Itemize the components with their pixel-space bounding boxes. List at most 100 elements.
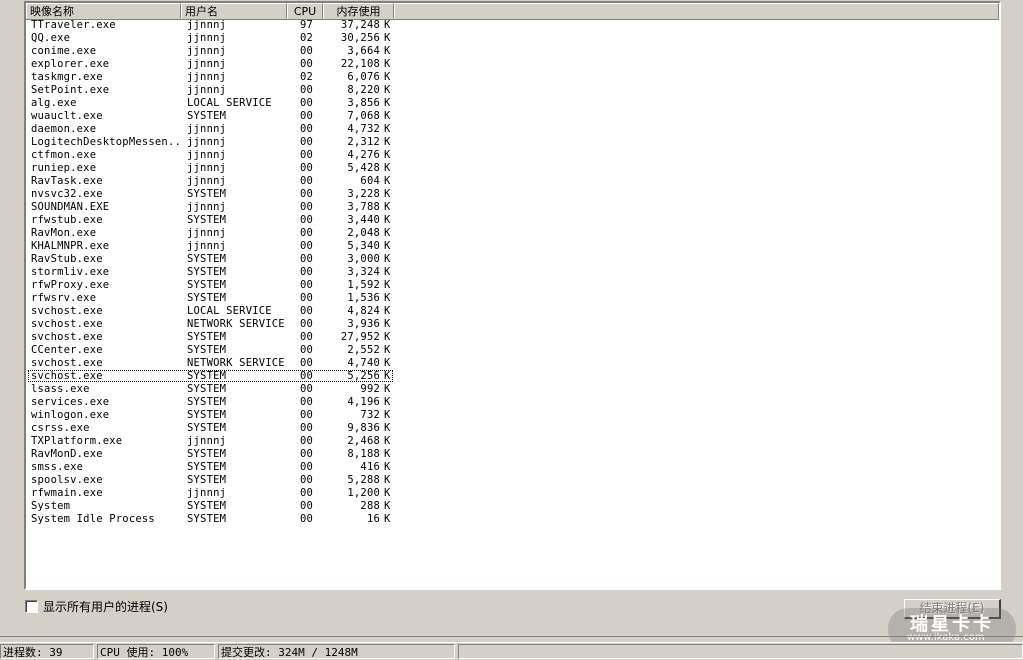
table-row[interactable]: RavStub.exe SYSTEM 00 3,000 K (26, 253, 999, 266)
table-row[interactable]: spoolsv.exe SYSTEM 00 5,288 K (26, 474, 999, 487)
process-name-cell: svchost.exe (31, 370, 103, 382)
table-row[interactable]: svchost.exe SYSTEM 00 27,952 K (26, 331, 999, 344)
status-process-count: 进程数: 39 (0, 644, 94, 659)
user-name-cell: SYSTEM (187, 214, 227, 226)
memory-unit-cell: K (384, 253, 391, 265)
cpu-cell: 00 (300, 370, 314, 382)
table-row[interactable]: rfwstub.exe SYSTEM 00 3,440 K (26, 214, 999, 227)
column-header-cpu[interactable]: CPU (287, 3, 323, 18)
process-name-cell: svchost.exe (31, 318, 103, 330)
user-name-cell: jjnnnj (187, 240, 227, 252)
memory-cell: 3,440 (347, 214, 380, 226)
table-row[interactable]: csrss.exe SYSTEM 00 9,836 K (26, 422, 999, 435)
process-name-cell: csrss.exe (31, 422, 90, 434)
process-name-cell: CCenter.exe (31, 344, 103, 356)
table-row[interactable]: svchost.exe NETWORK SERVICE 00 4,740 K (26, 357, 999, 370)
table-row[interactable]: TXPlatform.exe jjnnnj 00 2,468 K (26, 435, 999, 448)
table-row[interactable]: conime.exe jjnnnj 00 3,664 K (26, 45, 999, 58)
memory-cell: 2,552 (347, 344, 380, 356)
cpu-cell: 02 (300, 32, 314, 44)
table-row[interactable]: svchost.exe LOCAL SERVICE 00 4,824 K (26, 305, 999, 318)
table-row[interactable]: wuauclt.exe SYSTEM 00 7,068 K (26, 110, 999, 123)
table-row[interactable]: services.exe SYSTEM 00 4,196 K (26, 396, 999, 409)
memory-unit-cell: K (384, 409, 391, 421)
memory-unit-cell: K (384, 136, 391, 148)
process-name-cell: rfwstub.exe (31, 214, 103, 226)
user-name-cell: jjnnnj (187, 58, 227, 70)
status-bar: 进程数: 39 CPU 使用: 100% 提交更改: 324M / 1248M (0, 642, 1023, 660)
memory-unit-cell: K (384, 71, 391, 83)
table-row[interactable]: taskmgr.exe jjnnnj 02 6,076 K (26, 71, 999, 84)
process-name-cell: System Idle Process (31, 513, 155, 525)
column-header-image-name[interactable]: 映像名称 (26, 3, 181, 18)
table-row[interactable]: CCenter.exe SYSTEM 00 2,552 K (26, 344, 999, 357)
process-name-cell: rfwmain.exe (31, 487, 103, 499)
table-row[interactable]: svchost.exe NETWORK SERVICE 00 3,936 K (26, 318, 999, 331)
table-row[interactable]: RavMon.exe jjnnnj 00 2,048 K (26, 227, 999, 240)
memory-unit-cell: K (384, 188, 391, 200)
user-name-cell: NETWORK SERVICE (187, 357, 285, 369)
memory-cell: 2,312 (347, 136, 380, 148)
table-row[interactable]: smss.exe SYSTEM 00 416 K (26, 461, 999, 474)
cpu-cell: 00 (300, 292, 314, 304)
table-row[interactable]: rfwProxy.exe SYSTEM 00 1,592 K (26, 279, 999, 292)
table-row[interactable]: ctfmon.exe jjnnnj 00 4,276 K (26, 149, 999, 162)
cpu-cell: 97 (300, 19, 314, 31)
table-row[interactable]: rfwmain.exe jjnnnj 00 1,200 K (26, 487, 999, 500)
cpu-cell: 00 (300, 266, 314, 278)
table-row[interactable]: SetPoint.exe jjnnnj 00 8,220 K (26, 84, 999, 97)
cpu-cell: 00 (300, 474, 314, 486)
user-name-cell: SYSTEM (187, 110, 227, 122)
process-name-cell: svchost.exe (31, 357, 103, 369)
table-row[interactable]: QQ.exe jjnnnj 02 30,256 K (26, 32, 999, 45)
table-row[interactable]: SOUNDMAN.EXE jjnnnj 00 3,788 K (26, 201, 999, 214)
memory-unit-cell: K (384, 149, 391, 161)
cpu-cell: 00 (300, 357, 314, 369)
memory-cell: 5,288 (347, 474, 380, 486)
process-name-cell: explorer.exe (31, 58, 110, 70)
table-row[interactable]: svchost.exe SYSTEM 00 5,256 K (26, 370, 999, 383)
user-name-cell: SYSTEM (187, 461, 227, 473)
memory-cell: 3,936 (347, 318, 380, 330)
table-row[interactable]: RavMonD.exe SYSTEM 00 8,188 K (26, 448, 999, 461)
memory-cell: 604 (360, 175, 380, 187)
process-name-cell: smss.exe (31, 461, 84, 473)
memory-cell: 4,276 (347, 149, 380, 161)
process-name-cell: RavStub.exe (31, 253, 103, 265)
memory-unit-cell: K (384, 97, 391, 109)
memory-cell: 1,200 (347, 487, 380, 499)
memory-cell: 3,324 (347, 266, 380, 278)
column-header-user-name[interactable]: 用户名 (181, 3, 287, 18)
show-all-users-checkbox[interactable] (25, 599, 38, 613)
memory-cell: 8,220 (347, 84, 380, 96)
show-all-users-label[interactable]: 显示所有用户的进程(S) (43, 598, 168, 615)
table-row[interactable]: stormliv.exe SYSTEM 00 3,324 K (26, 266, 999, 279)
table-row[interactable]: KHALMNPR.exe jjnnnj 00 5,340 K (26, 240, 999, 253)
table-row[interactable]: System SYSTEM 00 288 K (26, 500, 999, 513)
table-row[interactable]: explorer.exe jjnnnj 00 22,108 K (26, 58, 999, 71)
table-row[interactable]: LogitechDesktopMessen... jjnnnj 00 2,312 K (26, 136, 999, 149)
table-row[interactable]: nvsvc32.exe SYSTEM 00 3,228 K (26, 188, 999, 201)
show-all-users-option[interactable]: 显示所有用户的进程(S) (25, 598, 168, 614)
memory-unit-cell: K (384, 344, 391, 356)
table-row[interactable]: winlogon.exe SYSTEM 00 732 K (26, 409, 999, 422)
user-name-cell: jjnnnj (187, 71, 227, 83)
process-name-cell: taskmgr.exe (31, 71, 103, 83)
table-row[interactable]: lsass.exe SYSTEM 00 992 K (26, 383, 999, 396)
table-row[interactable]: System Idle Process SYSTEM 00 16 K (26, 513, 999, 526)
table-row[interactable]: TTraveler.exe jjnnnj 97 37,248 K (26, 19, 999, 32)
user-name-cell: jjnnnj (187, 175, 227, 187)
process-list[interactable]: 映像名称 用户名 CPU 内存使用 TTraveler.exe jjnnnj 97 3… (24, 1, 1001, 590)
table-row[interactable]: rfwsrv.exe SYSTEM 00 1,536 K (26, 292, 999, 305)
memory-unit-cell: K (384, 461, 391, 473)
memory-cell: 3,228 (347, 188, 380, 200)
table-row[interactable]: alg.exe LOCAL SERVICE 00 3,856 K (26, 97, 999, 110)
table-row[interactable]: runiep.exe jjnnnj 00 5,428 K (26, 162, 999, 175)
cpu-cell: 00 (300, 188, 314, 200)
memory-unit-cell: K (384, 227, 391, 239)
table-row[interactable]: RavTask.exe jjnnnj 00 604 K (26, 175, 999, 188)
column-header-memory[interactable]: 内存使用 (323, 3, 394, 18)
cpu-cell: 00 (300, 331, 314, 343)
memory-unit-cell: K (384, 474, 391, 486)
table-row[interactable]: daemon.exe jjnnnj 00 4,732 K (26, 123, 999, 136)
